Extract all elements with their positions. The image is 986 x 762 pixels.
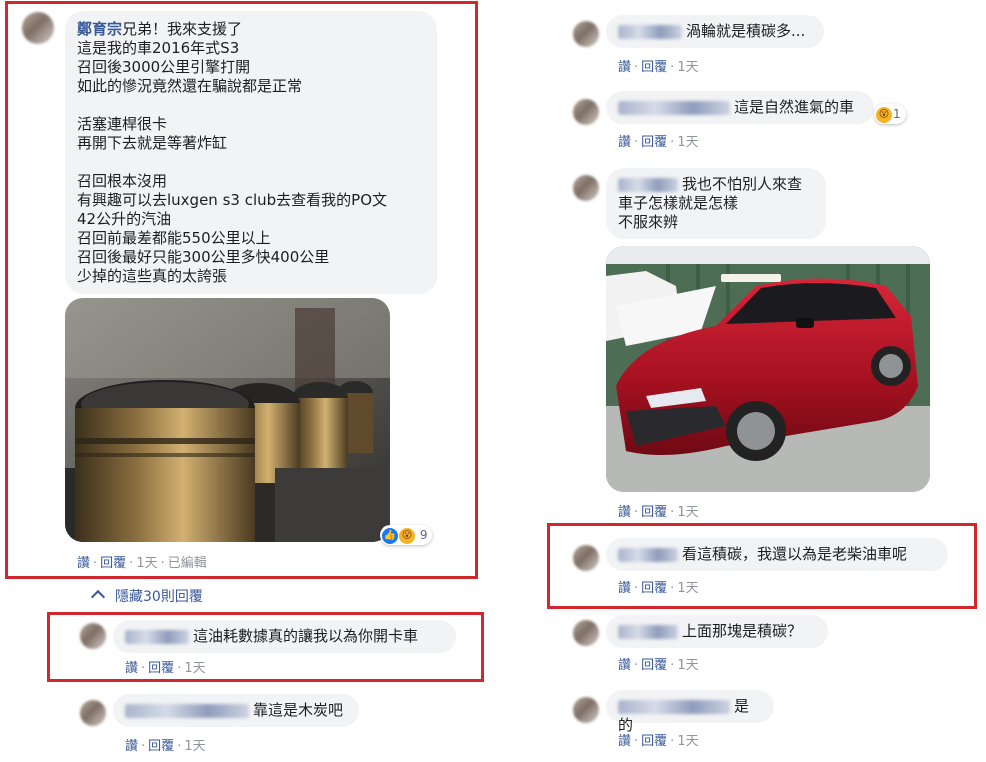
piston-photo[interactable] (65, 298, 390, 542)
reply-link[interactable]: 回覆 (641, 658, 667, 673)
c5-text: 上面那塊是積碳？ (682, 622, 803, 640)
reply-link[interactable]: 回覆 (100, 556, 126, 571)
like-reaction-icon: 👍 (382, 527, 398, 544)
like-link[interactable]: 讚 (125, 661, 138, 676)
commenter-avatar[interactable] (22, 12, 54, 44)
c1-actions: 讚 · 回覆 · 1天 (618, 60, 699, 75)
comment-time[interactable]: 1天 (677, 60, 698, 75)
reply-link[interactable]: 回覆 (641, 505, 667, 520)
c1-avatar[interactable] (573, 21, 599, 47)
reply-time[interactable]: 1天 (184, 739, 205, 754)
like-link[interactable]: 讚 (618, 734, 631, 749)
reply-time[interactable]: 1天 (184, 661, 205, 676)
main-comment-text: 兄弟！我來支援了 這是我的車2016年式S3 召回後3000公里引擎打開 如此的… (77, 20, 387, 285)
like-link[interactable]: 讚 (618, 581, 631, 596)
comment-time[interactable]: 1天 (677, 135, 698, 150)
reply1-text: 這油耗數據真的讓我以為你開卡車 (193, 627, 419, 645)
blurred-author-name[interactable] (618, 177, 678, 192)
c2-reactions[interactable]: 😮 1 (874, 104, 906, 124)
reaction-count: 1 (893, 107, 901, 121)
main-comment-bubble: 鄭育宗兄弟！我來支援了 這是我的車2016年式S3 召回後3000公里引擎打開 … (65, 11, 437, 294)
c6-actions: 讚 · 回覆 · 1天 (618, 734, 699, 749)
like-link[interactable]: 讚 (125, 739, 138, 754)
edited-label: 已編輯 (167, 556, 207, 571)
red-sedan-image (606, 246, 930, 492)
chevron-up-icon (90, 589, 106, 605)
reply2-actions: 讚 · 回覆 · 1天 (125, 739, 206, 754)
comment-time[interactable]: 1天 (677, 658, 698, 673)
main-comment-reactions[interactable]: 👍 😮 9 (380, 525, 433, 545)
blurred-author-name[interactable] (125, 629, 189, 644)
blurred-author-name[interactable] (618, 547, 678, 562)
reply1-avatar[interactable] (80, 623, 106, 649)
c6-bubble: 是的 (606, 690, 774, 734)
c3-avatar[interactable] (573, 175, 599, 201)
reply2-bubble: 靠這是木炭吧 (113, 694, 359, 727)
c5-bubble: 上面那塊是積碳？ (606, 615, 828, 648)
reply2-avatar[interactable] (80, 700, 106, 726)
wow-reaction-icon: 😮 (876, 106, 892, 123)
comment-author-name[interactable]: 鄭育宗 (77, 20, 122, 38)
c4-bubble: 看這積碳，我還以為是老柴油車呢 (606, 538, 948, 571)
blurred-author-name[interactable] (618, 100, 730, 115)
c4-actions: 讚 · 回覆 · 1天 (618, 581, 699, 596)
reply-link[interactable]: 回覆 (148, 739, 174, 754)
comment-time[interactable]: 1天 (677, 734, 698, 749)
hide-replies-link[interactable]: 隱藏30則回覆 (90, 586, 203, 606)
like-link[interactable]: 讚 (618, 135, 631, 150)
c4-avatar[interactable] (573, 545, 599, 571)
like-link[interactable]: 讚 (618, 505, 631, 520)
c5-actions: 讚 · 回覆 · 1天 (618, 658, 699, 673)
c2-avatar[interactable] (573, 99, 599, 125)
c5-avatar[interactable] (573, 620, 599, 646)
c6-avatar[interactable] (573, 697, 599, 723)
reply2-text: 靠這是木炭吧 (253, 701, 344, 719)
piston-engine-image (65, 298, 390, 542)
c3-actions: 讚 · 回覆 · 1天 (618, 505, 699, 520)
red-car-photo[interactable] (606, 246, 930, 492)
like-link[interactable]: 讚 (618, 60, 631, 75)
reaction-count: 9 (419, 528, 428, 542)
c2-bubble: 這是自然進氣的車 (606, 91, 874, 124)
reply1-actions: 讚 · 回覆 · 1天 (125, 661, 206, 676)
c2-actions: 讚 · 回覆 · 1天 (618, 135, 699, 150)
reply-link[interactable]: 回覆 (641, 581, 667, 596)
reply1-bubble: 這油耗數據真的讓我以為你開卡車 (113, 620, 456, 653)
reply-link[interactable]: 回覆 (148, 661, 174, 676)
comment-time[interactable]: 1天 (677, 581, 698, 596)
reply-link[interactable]: 回覆 (641, 734, 667, 749)
c2-text: 這是自然進氣的車 (734, 98, 855, 116)
blurred-author-name[interactable] (125, 703, 249, 718)
like-link[interactable]: 讚 (77, 556, 90, 571)
comment-time[interactable]: 1天 (136, 556, 157, 571)
comment-time[interactable]: 1天 (677, 505, 698, 520)
c1-text: 渦輪就是積碳多... (686, 22, 806, 40)
blurred-author-name[interactable] (618, 699, 730, 714)
c4-text: 看這積碳，我還以為是老柴油車呢 (682, 545, 908, 563)
main-comment-actions: 讚 · 回覆 · 1天 · 已編輯 (77, 556, 207, 571)
blurred-author-name[interactable] (618, 24, 682, 39)
reply-link[interactable]: 回覆 (641, 60, 667, 75)
c1-bubble: 渦輪就是積碳多... (606, 15, 824, 48)
blurred-author-name[interactable] (618, 624, 678, 639)
like-link[interactable]: 讚 (618, 658, 631, 673)
hide-replies-label: 隱藏30則回覆 (115, 589, 203, 605)
wow-reaction-icon: 😮 (399, 527, 415, 544)
c3-bubble: 我也不怕別人來查 車子怎樣就是怎樣 不服來辨 (606, 168, 826, 239)
reply-link[interactable]: 回覆 (641, 135, 667, 150)
